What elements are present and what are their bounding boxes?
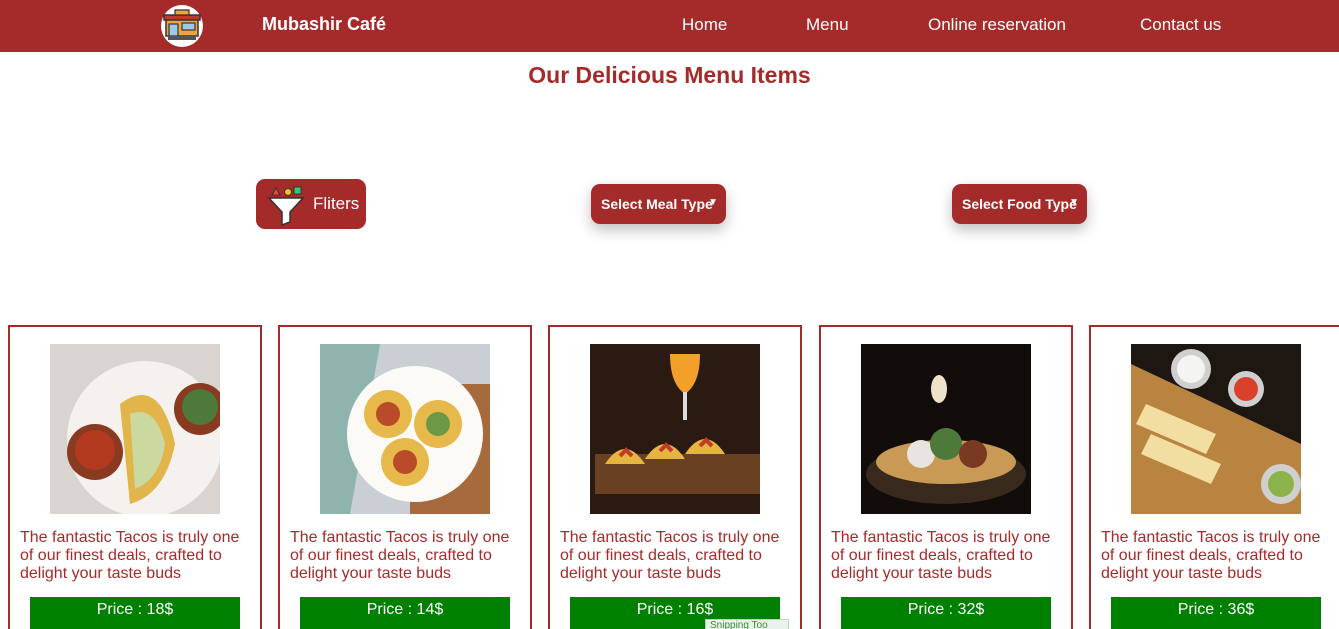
menu-card: The fantastic Tacos is truly one of our … xyxy=(8,325,262,629)
nav-online-reservation-link[interactable]: Online reservation xyxy=(928,15,1066,35)
snipping-tool-tooltip: Snipping Too xyxy=(705,619,789,629)
menu-card: The fantastic Tacos is truly one of our … xyxy=(278,325,532,629)
cafe-logo-icon[interactable] xyxy=(160,4,204,48)
tacos-image xyxy=(50,344,220,514)
nav-contact-us-link[interactable]: Contact us xyxy=(1140,15,1221,35)
tacos-image xyxy=(1131,344,1301,514)
card-description: The fantastic Tacos is truly one of our … xyxy=(20,529,240,582)
chevron-down-icon: ▼ xyxy=(708,197,718,208)
filters-button[interactable]: Fliters xyxy=(256,179,366,229)
tacos-image xyxy=(590,344,760,514)
price-button[interactable]: Price : 14$ xyxy=(300,597,510,629)
nav-menu-link[interactable]: Menu xyxy=(806,15,849,35)
chevron-down-icon: ▼ xyxy=(1069,197,1079,208)
card-description: The fantastic Tacos is truly one of our … xyxy=(290,529,510,582)
nav-home-link[interactable]: Home xyxy=(682,15,727,35)
card-description: The fantastic Tacos is truly one of our … xyxy=(560,529,780,582)
brand-name: Mubashir Café xyxy=(262,14,387,34)
menu-card: The fantastic Tacos is truly one of our … xyxy=(819,325,1073,629)
price-button[interactable]: Price : 18$ xyxy=(30,597,240,629)
food-type-select[interactable]: Select Food Type ▼ xyxy=(952,184,1087,224)
funnel-filter-icon xyxy=(267,186,305,226)
menu-card: The fantastic Tacos is truly one of our … xyxy=(548,325,802,629)
navbar: Mubashir Café Home Menu Online reservati… xyxy=(0,0,1339,52)
page-title: Our Delicious Menu Items xyxy=(528,62,811,88)
card-description: The fantastic Tacos is truly one of our … xyxy=(1101,529,1321,582)
filters-label: Fliters xyxy=(313,194,360,213)
price-button[interactable]: Price : 32$ xyxy=(841,597,1051,629)
tacos-image xyxy=(861,344,1031,514)
meal-type-selected-value: Select Meal Type xyxy=(601,196,713,212)
tacos-image xyxy=(320,344,490,514)
card-description: The fantastic Tacos is truly one of our … xyxy=(831,529,1051,582)
menu-card: The fantastic Tacos is truly one of our … xyxy=(1089,325,1339,629)
price-button[interactable]: Price : 36$ xyxy=(1111,597,1321,629)
meal-type-select[interactable]: Select Meal Type ▼ xyxy=(591,184,726,224)
food-type-selected-value: Select Food Type xyxy=(962,196,1077,212)
